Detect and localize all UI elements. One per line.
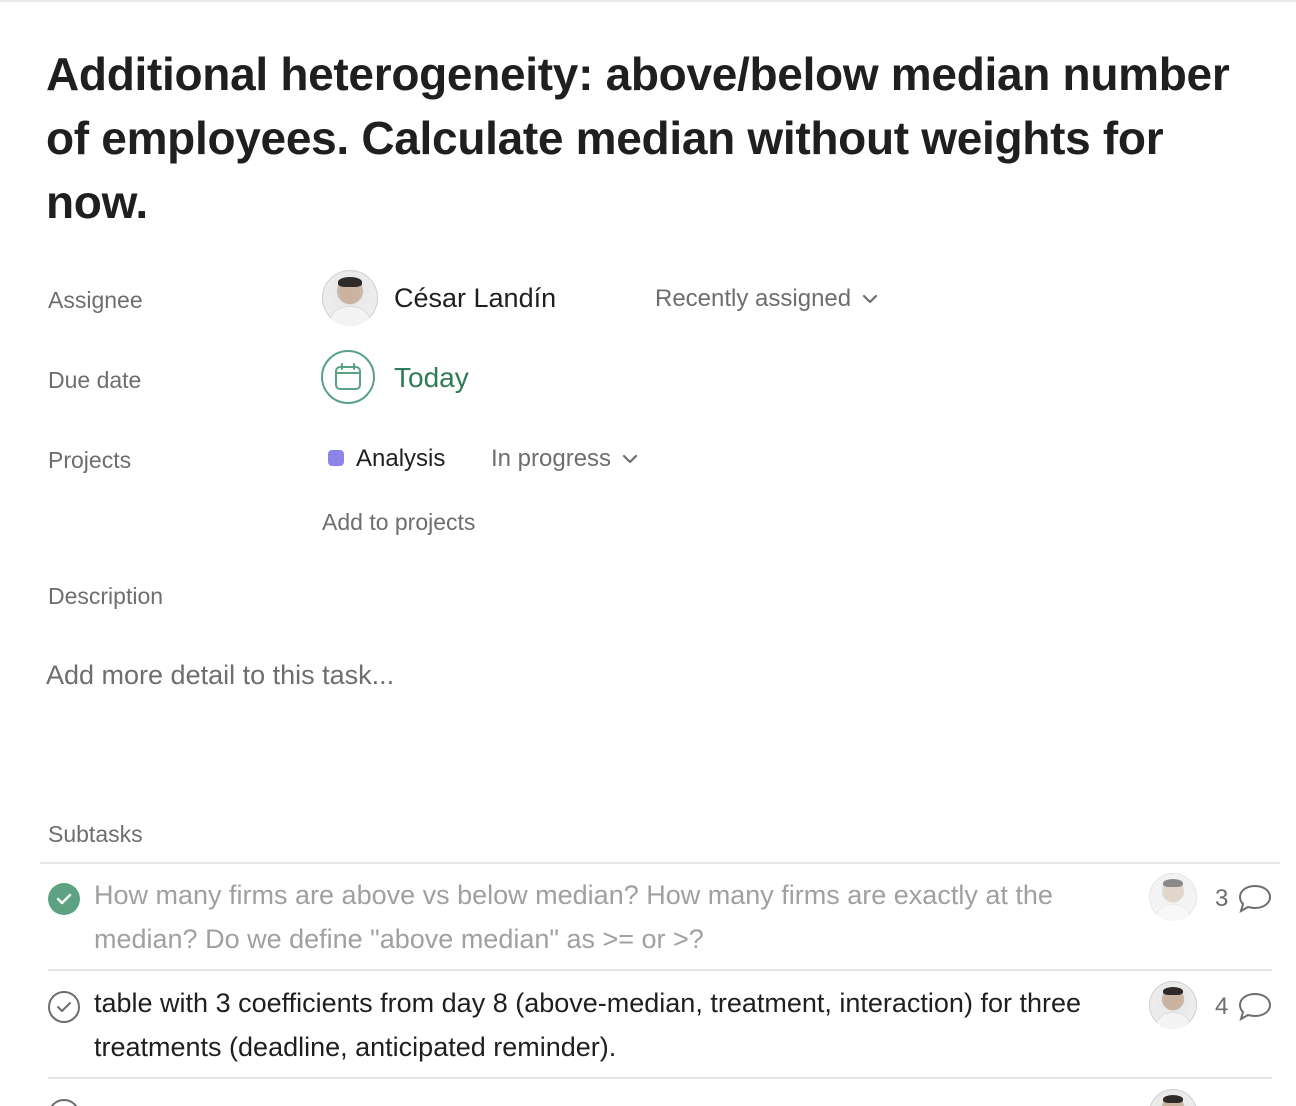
project-status-label: In progress xyxy=(491,445,612,472)
due-date-button[interactable] xyxy=(321,350,375,404)
add-to-projects-button[interactable]: Add to projects xyxy=(322,509,475,536)
comment-icon[interactable] xyxy=(1238,883,1272,913)
comment-icon[interactable] xyxy=(1238,991,1272,1021)
due-date-label: Due date xyxy=(48,367,142,393)
incomplete-check-icon[interactable] xyxy=(48,991,80,1023)
due-date-value[interactable]: Today xyxy=(394,362,469,394)
subtask-row[interactable]: table with 3 coefficients from day 8 (ab… xyxy=(48,981,1272,1079)
projects-label: Projects xyxy=(48,447,132,473)
subtask-text[interactable]: table with 3 coefficients from day 8 (ab… xyxy=(94,981,1084,1069)
subtask-row-partial[interactable] xyxy=(48,1089,1272,1106)
comment-count: 3 xyxy=(1215,885,1229,912)
subtask-assignee-avatar[interactable] xyxy=(1149,873,1197,921)
assignee-label: Assignee xyxy=(48,287,143,313)
comment-count: 4 xyxy=(1215,993,1229,1020)
assignee-section-dropdown[interactable]: Recently assigned xyxy=(655,285,879,313)
assignee-name[interactable]: César Landín xyxy=(394,283,556,314)
subtask-assignee-avatar[interactable] xyxy=(1149,1089,1197,1106)
project-color-dot xyxy=(328,450,344,466)
subtasks-label: Subtasks xyxy=(48,821,143,847)
description-input[interactable]: Add more detail to this task... xyxy=(46,660,394,691)
chevron-down-icon xyxy=(863,294,878,304)
top-divider xyxy=(0,0,1296,2)
task-title[interactable]: Additional heterogeneity: above/below me… xyxy=(46,42,1246,234)
row-divider xyxy=(48,969,1272,971)
row-divider xyxy=(48,1077,1272,1079)
project-section-dropdown[interactable]: In progress xyxy=(491,445,639,473)
subtask-row[interactable]: How many firms are above vs below median… xyxy=(48,873,1272,971)
assignee-avatar[interactable] xyxy=(322,270,378,326)
subtasks-divider xyxy=(40,862,1280,864)
incomplete-check-icon[interactable] xyxy=(48,1099,80,1106)
subtask-text[interactable]: How many firms are above vs below median… xyxy=(94,873,1084,961)
calendar-icon xyxy=(335,363,361,390)
chevron-down-icon xyxy=(622,454,638,464)
project-name[interactable]: Analysis xyxy=(356,445,445,473)
description-label: Description xyxy=(48,583,164,609)
subtask-assignee-avatar[interactable] xyxy=(1149,981,1197,1029)
assignee-section-label: Recently assigned xyxy=(655,285,852,312)
complete-check-icon[interactable] xyxy=(48,883,80,915)
